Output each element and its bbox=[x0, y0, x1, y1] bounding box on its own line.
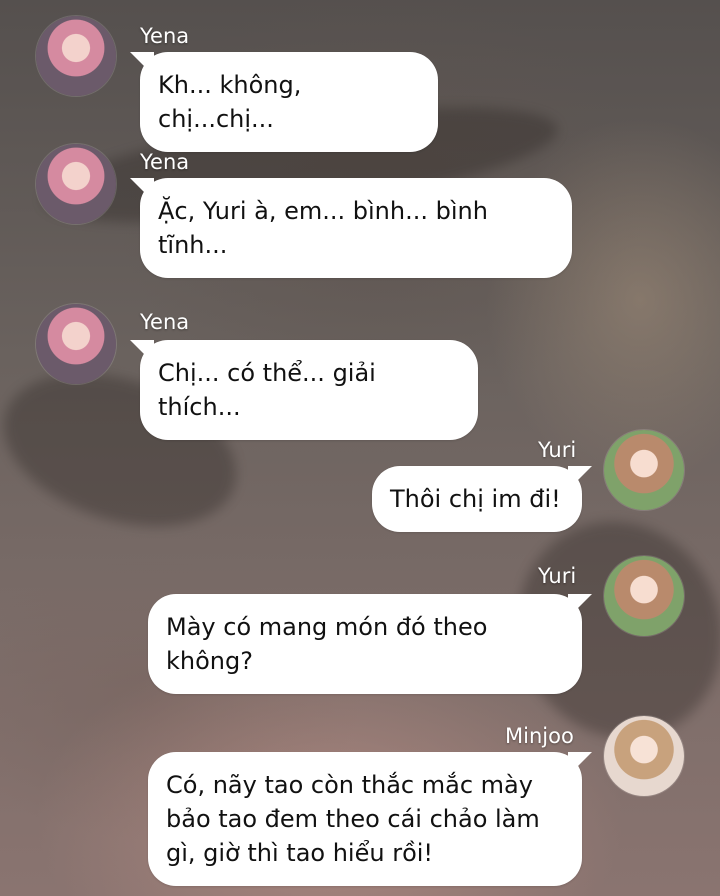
avatar[interactable] bbox=[604, 556, 684, 636]
sender-name: Yuri bbox=[538, 438, 577, 462]
avatar[interactable] bbox=[604, 716, 684, 796]
sender-name: Yuri bbox=[538, 564, 577, 588]
message-bubble[interactable]: Kh... không, chị...chị... bbox=[140, 52, 438, 152]
message-bubble[interactable]: Ặc, Yuri à, em... bình... bình tĩnh... bbox=[140, 178, 572, 278]
sender-name: Yena bbox=[140, 150, 190, 174]
sender-name: Yena bbox=[140, 310, 190, 334]
message-bubble[interactable]: Thôi chị im đi! bbox=[372, 466, 582, 532]
message-bubble[interactable]: Chị... có thể... giải thích... bbox=[140, 340, 478, 440]
message-bubble[interactable]: Có, nãy tao còn thắc mắc mày bảo tao đem… bbox=[148, 752, 582, 886]
sender-name: Minjoo bbox=[505, 724, 574, 748]
avatar[interactable] bbox=[36, 304, 116, 384]
message-bubble[interactable]: Mày có mang món đó theo không? bbox=[148, 594, 582, 694]
avatar[interactable] bbox=[604, 430, 684, 510]
avatar[interactable] bbox=[36, 16, 116, 96]
sender-name: Yena bbox=[140, 24, 190, 48]
avatar[interactable] bbox=[36, 144, 116, 224]
